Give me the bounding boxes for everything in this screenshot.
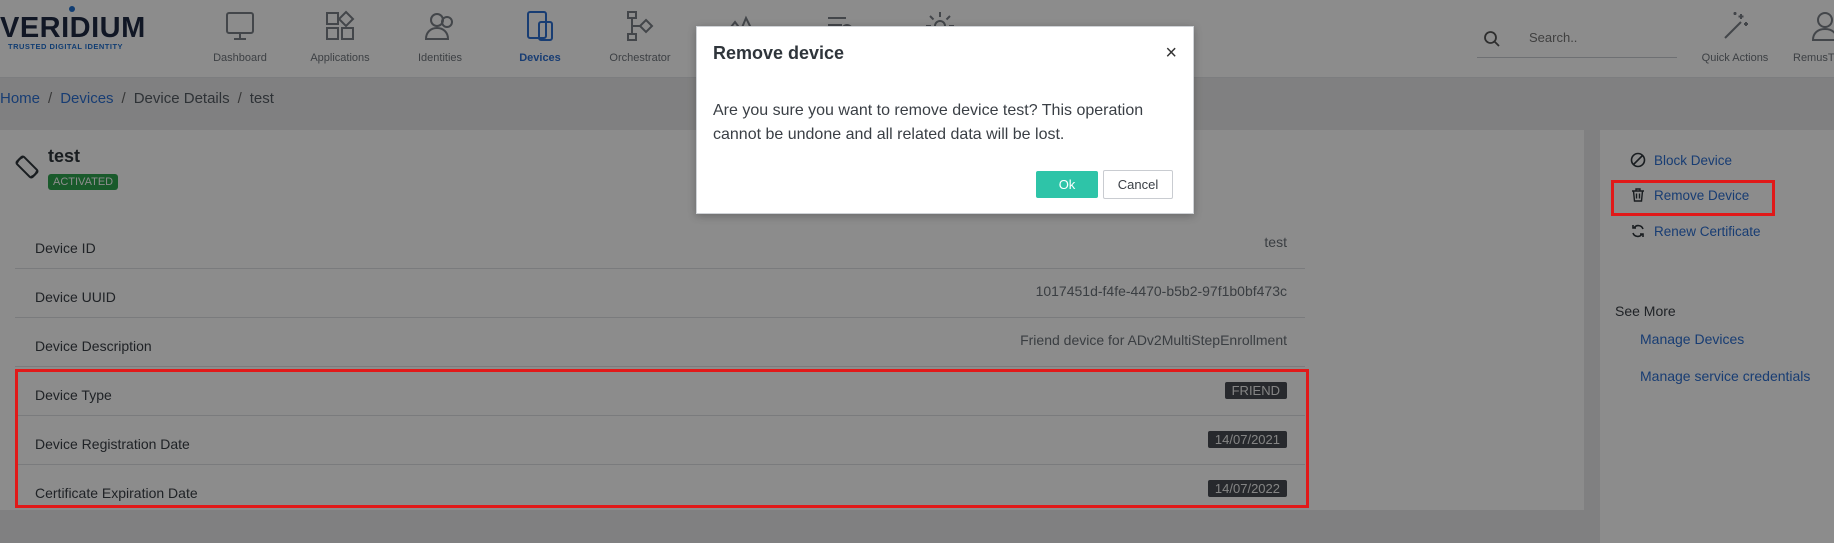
close-icon[interactable]: × xyxy=(1165,43,1177,63)
remove-device-dialog: Remove device × Are you sure you want to… xyxy=(696,26,1194,214)
cancel-button[interactable]: Cancel xyxy=(1103,170,1173,199)
dialog-message: Are you sure you want to remove device t… xyxy=(713,102,1144,143)
ok-button[interactable]: Ok xyxy=(1036,171,1098,198)
dialog-title: Remove device xyxy=(713,43,845,63)
